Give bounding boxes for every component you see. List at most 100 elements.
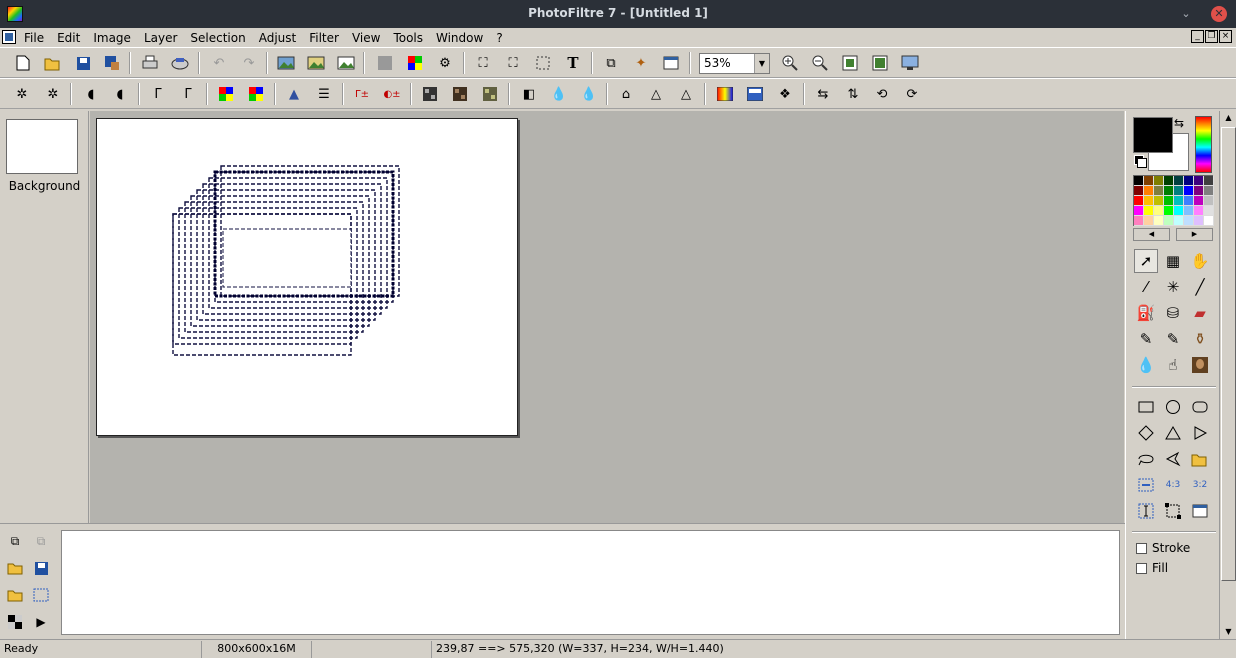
eraser-tool-icon[interactable]: ▰ <box>1188 301 1212 325</box>
color-swatch[interactable] <box>1154 216 1164 226</box>
crop-icon[interactable] <box>533 53 553 73</box>
checker-icon[interactable] <box>4 611 26 633</box>
scan-icon[interactable] <box>170 53 190 73</box>
vertical-scrollbar[interactable]: ▲ ▼ <box>1219 111 1236 639</box>
ratio-4-3-icon[interactable]: 4:3 <box>1161 473 1185 497</box>
auto-contrast-icon[interactable]: ◐± <box>382 84 402 104</box>
sepia-icon[interactable] <box>450 84 470 104</box>
color-swatch[interactable] <box>1174 196 1184 206</box>
scroll-thumb[interactable] <box>1221 127 1236 581</box>
color-swatch[interactable] <box>1134 186 1144 196</box>
magic-wand-tool-icon[interactable]: ✳ <box>1161 275 1185 299</box>
fit-window-icon[interactable] <box>870 53 890 73</box>
rgb-adjust-icon[interactable] <box>216 84 236 104</box>
save-icon[interactable] <box>73 53 93 73</box>
menu-help[interactable]: ? <box>496 31 502 45</box>
selection-load-icon[interactable] <box>4 584 26 606</box>
color-swatch[interactable] <box>1134 176 1144 186</box>
chevron-down-icon[interactable]: ▼ <box>754 54 769 73</box>
close-button[interactable]: ✕ <box>1211 6 1227 22</box>
color-swatch[interactable] <box>1184 216 1194 226</box>
paste-layer-icon[interactable] <box>336 53 356 73</box>
rotate-left-icon[interactable]: ⟲ <box>872 84 892 104</box>
eyedropper-tool-icon[interactable]: ⁄ <box>1134 275 1158 299</box>
rgb-adjust-plus-icon[interactable] <box>246 84 266 104</box>
polygon-shape-icon[interactable] <box>1161 447 1185 471</box>
sharpen-icon[interactable]: 💧 <box>579 84 599 104</box>
brush-tool-icon[interactable]: ✎ <box>1134 327 1158 351</box>
play-icon[interactable]: ▶ <box>30 611 52 633</box>
undo-icon[interactable]: ↶ <box>209 53 229 73</box>
flip-horizontal-icon[interactable]: ⇆ <box>813 84 833 104</box>
selection-corner-plus-icon[interactable]: Γ <box>178 84 198 104</box>
open-icon[interactable] <box>43 53 63 73</box>
color-swatch[interactable] <box>1204 176 1214 186</box>
magic-wand-plus-icon[interactable]: ✲ <box>43 84 63 104</box>
fill-tool-icon[interactable]: ⛽ <box>1134 301 1158 325</box>
foreground-color-swatch[interactable] <box>1133 117 1173 153</box>
color-swatch[interactable] <box>1154 186 1164 196</box>
lasso-shape-icon[interactable] <box>1134 447 1158 471</box>
color-swatch[interactable] <box>1194 196 1204 206</box>
mdi-restore-button[interactable]: ❐ <box>1205 30 1218 43</box>
rotate-right-icon[interactable]: ⟳ <box>902 84 922 104</box>
animation-icon[interactable]: ⚙ <box>435 53 455 73</box>
palette-prev-button[interactable]: ◀ <box>1133 228 1170 241</box>
color-swatch[interactable] <box>1164 206 1174 216</box>
color-swatch[interactable] <box>1194 176 1204 186</box>
minimize-button[interactable]: ⌄ <box>1178 6 1194 22</box>
color-swatch[interactable] <box>1144 216 1154 226</box>
rounded-rect-shape-icon[interactable] <box>1188 395 1212 419</box>
menu-image[interactable]: Image <box>93 31 131 45</box>
color-swatch[interactable] <box>1144 206 1154 216</box>
preferences-icon[interactable] <box>661 53 681 73</box>
stroke-checkbox[interactable] <box>1136 542 1147 554</box>
color-swatch[interactable] <box>1174 206 1184 216</box>
menu-edit[interactable]: Edit <box>57 31 80 45</box>
color-swatch[interactable] <box>1204 196 1214 206</box>
color-swatch[interactable] <box>1204 206 1214 216</box>
menu-window[interactable]: Window <box>436 31 483 45</box>
cone-plus-icon[interactable]: △ <box>676 84 696 104</box>
layer-manager-icon[interactable]: ⧉ <box>601 53 621 73</box>
color-swatch[interactable] <box>1154 196 1164 206</box>
new-icon[interactable] <box>13 53 33 73</box>
color-swatch[interactable] <box>1194 206 1204 216</box>
zoom-out-icon[interactable] <box>810 53 830 73</box>
negative-icon[interactable]: ◧ <box>519 84 539 104</box>
color-swatch[interactable] <box>1184 176 1194 186</box>
actual-size-icon[interactable] <box>840 53 860 73</box>
emboss-icon[interactable]: ⌂ <box>616 84 636 104</box>
color-swatch[interactable] <box>1164 216 1174 226</box>
advanced-brush-tool-icon[interactable]: ✎ <box>1161 327 1185 351</box>
color-swatch[interactable] <box>1164 176 1174 186</box>
stamp-tool-icon[interactable]: ⚱ <box>1188 327 1212 351</box>
color-swatch[interactable] <box>1144 176 1154 186</box>
color-swatch[interactable] <box>1174 186 1184 196</box>
histogram-icon[interactable]: ▲ <box>284 84 304 104</box>
color-swatch[interactable] <box>1194 216 1204 226</box>
menu-filter[interactable]: Filter <box>309 31 339 45</box>
selection-save-icon[interactable] <box>30 584 52 606</box>
full-screen-icon[interactable] <box>900 53 920 73</box>
text-icon[interactable]: T <box>563 53 583 73</box>
scroll-up-icon[interactable]: ▲ <box>1221 111 1236 125</box>
color-swatch[interactable] <box>1174 216 1184 226</box>
color-swatch[interactable] <box>1204 216 1214 226</box>
redo-icon[interactable]: ↷ <box>239 53 259 73</box>
stroke-option[interactable]: Stroke <box>1136 541 1190 555</box>
effects-icon[interactable]: ❖ <box>775 84 795 104</box>
menu-view[interactable]: View <box>352 31 380 45</box>
fill-checkbox[interactable] <box>1136 562 1147 574</box>
menu-tools[interactable]: Tools <box>393 31 423 45</box>
triangle-shape-icon[interactable] <box>1161 421 1185 445</box>
fade-icon[interactable] <box>745 84 765 104</box>
color-swatch[interactable] <box>1134 206 1144 216</box>
image-canvas[interactable] <box>96 118 518 436</box>
lasso-icon[interactable]: ◖ <box>81 84 101 104</box>
open-shape-icon[interactable] <box>1188 447 1212 471</box>
reset-colors-icon[interactable] <box>1134 155 1147 168</box>
gradient-icon[interactable] <box>715 84 735 104</box>
color-swatch[interactable] <box>1144 196 1154 206</box>
scroll-down-icon[interactable]: ▼ <box>1221 625 1236 639</box>
